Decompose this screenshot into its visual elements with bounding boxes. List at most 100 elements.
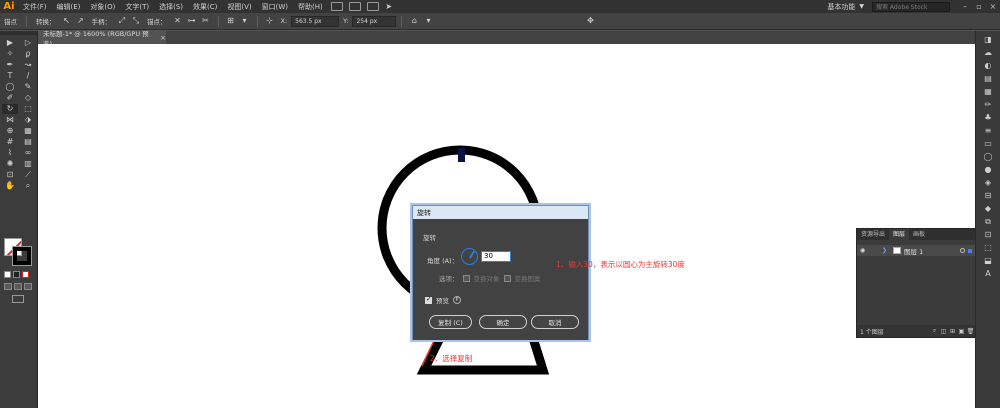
- transform-icon[interactable]: ✥: [585, 16, 595, 26]
- menu-edit[interactable]: 编辑(E): [52, 2, 86, 12]
- zoom-tool-icon[interactable]: ⌕: [20, 181, 36, 191]
- connect-anchor-icon[interactable]: ⊶: [187, 16, 197, 26]
- curvature-tool-icon[interactable]: ↝: [20, 60, 36, 70]
- mesh-tool-icon[interactable]: #: [2, 137, 18, 147]
- artboards-icon[interactable]: ⧉: [982, 217, 994, 226]
- properties-icon[interactable]: ◨: [982, 35, 994, 44]
- stock-search-input[interactable]: 搜索 Adobe Stock: [872, 1, 950, 12]
- close-icon[interactable]: ×: [160, 34, 166, 42]
- selection-tool-icon[interactable]: ▶: [2, 38, 18, 48]
- locate-object-icon[interactable]: ⌕: [930, 327, 939, 335]
- scale-tool-icon[interactable]: ⬚: [20, 104, 36, 114]
- isolate-icon[interactable]: ⌂: [409, 16, 419, 26]
- preview-checkbox[interactable]: [425, 295, 432, 304]
- shape-builder-tool-icon[interactable]: ⊕: [2, 126, 18, 136]
- color-icon[interactable]: ◐: [982, 61, 994, 70]
- stock-icon[interactable]: [348, 2, 361, 11]
- clipping-mask-icon[interactable]: ◫: [939, 328, 948, 335]
- close-icon[interactable]: ×: [986, 2, 1000, 11]
- target-circle-icon[interactable]: [960, 248, 965, 253]
- color-guide-icon[interactable]: ▤: [982, 74, 994, 83]
- menu-effect[interactable]: 效果(C): [188, 2, 222, 12]
- graphic-styles-icon[interactable]: ◈: [982, 178, 994, 187]
- free-transform-tool-icon[interactable]: ⬗: [20, 115, 36, 125]
- hand-tool-icon[interactable]: ✋: [2, 181, 18, 191]
- tab-asset-export[interactable]: 资源导出: [857, 229, 889, 240]
- shaper-tool-icon[interactable]: ✐: [2, 93, 18, 103]
- links-icon[interactable]: ⊡: [982, 230, 994, 239]
- brushes-icon[interactable]: ✏: [982, 100, 994, 109]
- ellipse-tool-icon[interactable]: ◯: [2, 82, 18, 92]
- y-position-field[interactable]: 254 px: [352, 15, 397, 27]
- tab-artboards[interactable]: 画板: [909, 229, 929, 240]
- slice-tool-icon[interactable]: ⟋: [20, 170, 36, 180]
- direct-selection-tool-icon[interactable]: ▷: [20, 38, 36, 48]
- eraser-tool-icon[interactable]: ◇: [20, 93, 36, 103]
- magic-wand-tool-icon[interactable]: ✧: [2, 49, 18, 59]
- draw-inside-icon[interactable]: [24, 283, 32, 290]
- top-anchor-shape[interactable]: [458, 148, 465, 162]
- none-mode-icon[interactable]: [22, 271, 29, 278]
- bridge-icon[interactable]: [330, 2, 343, 11]
- x-position-field[interactable]: 563.5 px: [291, 15, 340, 27]
- pathfinder-icon[interactable]: ⬓: [982, 256, 994, 265]
- symbols-icon[interactable]: ♣: [982, 113, 994, 122]
- copy-button[interactable]: 复制 (C): [429, 315, 472, 329]
- fill-stroke-swatches[interactable]: [4, 238, 32, 266]
- selection-indicator-icon[interactable]: [968, 248, 972, 253]
- line-tool-icon[interactable]: /: [20, 71, 36, 81]
- hide-handles-icon[interactable]: ⤡: [131, 16, 141, 26]
- tab-layers[interactable]: 图层: [889, 229, 910, 240]
- remove-anchor-icon[interactable]: ✕: [173, 16, 183, 26]
- swatches-icon[interactable]: ▦: [982, 87, 994, 96]
- transform-patterns-checkbox[interactable]: [503, 274, 511, 282]
- transform-objects-checkbox[interactable]: [462, 274, 470, 282]
- draw-behind-icon[interactable]: [14, 283, 22, 290]
- angle-dial-icon[interactable]: [461, 248, 478, 265]
- menu-select[interactable]: 选择(S): [154, 2, 188, 12]
- align-icon[interactable]: ⊞: [226, 16, 236, 26]
- layer-name[interactable]: 图层 1: [904, 246, 923, 256]
- pen-tool-icon[interactable]: ✒: [2, 60, 18, 70]
- workspace-switcher[interactable]: 基本功能: [827, 2, 855, 12]
- menu-view[interactable]: 视图(V): [222, 2, 256, 12]
- chevron-down-icon[interactable]: ▾: [240, 16, 250, 26]
- lasso-tool-icon[interactable]: ϼ: [20, 49, 36, 59]
- layers-icon[interactable]: ◆: [982, 204, 994, 213]
- gradient-icon[interactable]: ▭: [982, 139, 994, 148]
- color-mode-icon[interactable]: [4, 271, 11, 278]
- new-sublayer-icon[interactable]: ⊞: [948, 328, 957, 335]
- perspective-grid-tool-icon[interactable]: ▦: [20, 126, 36, 136]
- stroke-icon[interactable]: ≡: [982, 126, 994, 135]
- column-graph-tool-icon[interactable]: ▥: [20, 159, 36, 169]
- new-layer-icon[interactable]: ▣: [957, 328, 966, 335]
- document-tab[interactable]: 未标题-1* @ 1600% (RGB/GPU 预览) ×: [38, 30, 166, 48]
- menu-file[interactable]: 文件(F): [18, 2, 52, 12]
- appearance-icon[interactable]: ●: [982, 165, 994, 174]
- gradient-tool-icon[interactable]: ▤: [20, 137, 36, 147]
- align-icon[interactable]: ⊟: [982, 191, 994, 200]
- symbol-sprayer-tool-icon[interactable]: ✺: [2, 159, 18, 169]
- gradient-mode-icon[interactable]: [13, 271, 20, 278]
- paintbrush-tool-icon[interactable]: ✎: [20, 82, 36, 92]
- rotate-tool-icon[interactable]: ↻: [2, 104, 18, 114]
- menu-window[interactable]: 窗口(W): [257, 2, 293, 12]
- visibility-eye-icon[interactable]: ◉: [860, 247, 870, 254]
- cut-path-icon[interactable]: ✂: [201, 16, 211, 26]
- chevron-down-icon[interactable]: ▾: [423, 16, 433, 26]
- screen-mode-icon[interactable]: [12, 295, 24, 303]
- minimize-icon[interactable]: –: [958, 2, 972, 11]
- gpu-performance-icon[interactable]: ➤: [384, 2, 394, 12]
- blend-tool-icon[interactable]: ∞: [20, 148, 36, 158]
- cancel-button[interactable]: 取消: [531, 315, 579, 329]
- transform-panel-icon[interactable]: ⬚: [982, 243, 994, 252]
- arrange-documents-icon[interactable]: [366, 2, 379, 11]
- ok-button[interactable]: 确定: [479, 315, 527, 329]
- delete-icon[interactable]: 🗑: [966, 328, 975, 335]
- convert-corner-icon[interactable]: ↖: [62, 16, 72, 26]
- draw-normal-icon[interactable]: [4, 283, 12, 290]
- type-tool-icon[interactable]: T: [2, 71, 18, 81]
- convert-smooth-icon[interactable]: ↗: [76, 16, 86, 26]
- reference-point-icon[interactable]: ⊹: [265, 16, 275, 26]
- libraries-icon[interactable]: ☁: [982, 48, 994, 57]
